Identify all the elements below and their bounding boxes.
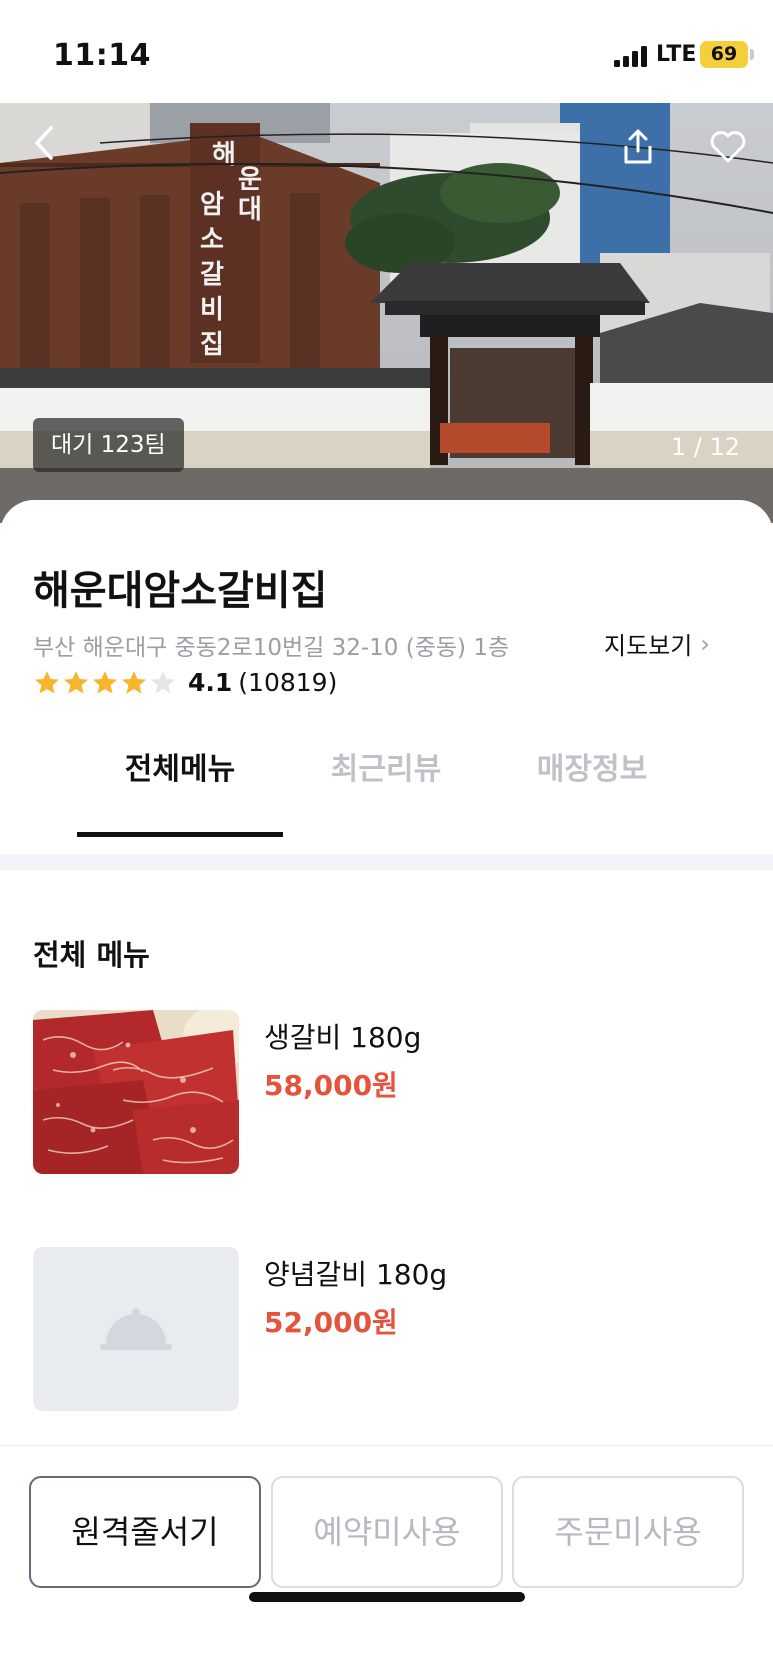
network-label: LTE: [656, 42, 697, 67]
menu-item-photo-placeholder: [33, 1247, 239, 1411]
svg-text:소: 소: [200, 225, 224, 255]
svg-text:비: 비: [200, 295, 224, 325]
beef-photo: [33, 1010, 239, 1174]
star-filled-icon: [93, 670, 117, 694]
tab-bar: 전체메뉴 최근리뷰 매장정보: [0, 722, 773, 818]
home-indicator: [249, 1592, 525, 1602]
svg-text:갈: 갈: [200, 260, 224, 290]
battery-tip: [750, 49, 754, 60]
active-tab-indicator: [77, 832, 283, 837]
share-button[interactable]: [610, 119, 666, 175]
store-address: 부산 해운대구 중동2로10번길 32-10 (중동) 1층: [33, 635, 510, 661]
photo-counter: 1 / 12: [670, 433, 740, 461]
tab-recent-reviews[interactable]: 최근리뷰: [283, 722, 489, 818]
menu-item[interactable]: 생갈비 180g 58,000원: [33, 1010, 739, 1176]
menu-item-price: 58,000원: [264, 1069, 398, 1102]
star-filled-icon: [122, 670, 146, 694]
order-unavailable-button: 주문미사용: [512, 1476, 744, 1588]
chevron-right-icon: ›: [700, 629, 710, 658]
bottom-action-bar: 원격줄서기 예약미사용 주문미사용: [0, 1445, 773, 1675]
tab-full-menu[interactable]: 전체메뉴: [77, 722, 283, 818]
svg-text:해: 해: [212, 140, 236, 170]
rating-stars: [33, 669, 178, 697]
star-filled-icon: [35, 670, 59, 694]
rating-row[interactable]: 4.1 (10819): [33, 668, 337, 697]
favorite-button[interactable]: [700, 119, 756, 175]
view-map-label: 지도보기: [604, 632, 693, 660]
wait-count-badge: 대기 123팀: [33, 418, 184, 472]
review-count: (10819): [238, 668, 338, 697]
menu-section-title: 전체 메뉴: [33, 938, 150, 972]
menu-item-name: 생갈비 180g: [264, 1021, 422, 1054]
menu-item-photo: [33, 1010, 239, 1174]
tab-store-info[interactable]: 매장정보: [489, 722, 695, 818]
svg-text:암: 암: [200, 190, 224, 220]
rating-score: 4.1: [188, 668, 233, 697]
menu-item-price: 52,000원: [264, 1306, 398, 1339]
svg-text:대: 대: [238, 195, 262, 225]
chevron-left-icon: [35, 126, 53, 160]
cloche-icon: [100, 1308, 172, 1350]
share-icon: [624, 129, 652, 164]
store-photo[interactable]: 해 운 대 암 소 갈 비 집 대기 123팀 1 / 12: [0, 103, 773, 523]
battery-icon: 69: [700, 41, 748, 68]
heart-icon: [710, 131, 746, 163]
remote-queue-button[interactable]: 원격줄서기: [29, 1476, 261, 1588]
star-empty-icon: [151, 670, 175, 694]
store-detail-sheet: 해운대암소갈비집 부산 해운대구 중동2로10번길 32-10 (중동) 1층 …: [0, 500, 773, 1675]
status-bar: 11:14 LTE 69: [0, 0, 773, 103]
svg-text:집: 집: [200, 330, 224, 360]
section-divider: [0, 854, 773, 870]
signal-icon: [614, 45, 650, 67]
back-button[interactable]: [16, 115, 72, 171]
reservation-unavailable-button: 예약미사용: [271, 1476, 503, 1588]
status-time: 11:14: [53, 38, 151, 73]
star-filled-icon: [64, 670, 88, 694]
view-map-link[interactable]: 지도보기 ›: [604, 626, 710, 661]
svg-text:운: 운: [238, 165, 262, 195]
menu-item-name: 양념갈비 180g: [264, 1258, 448, 1291]
menu-item[interactable]: 양념갈비 180g 52,000원: [33, 1247, 739, 1413]
store-name: 해운대암소갈비집: [33, 568, 328, 614]
